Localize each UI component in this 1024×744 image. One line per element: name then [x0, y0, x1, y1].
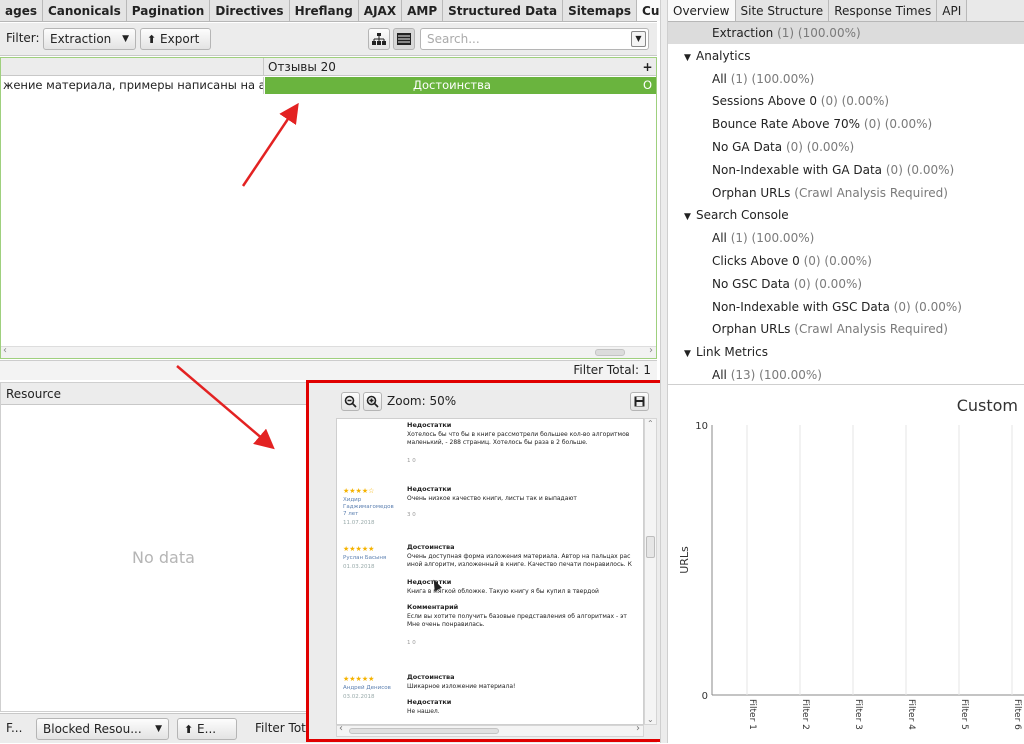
annotation-arrow: [241, 102, 299, 187]
annotation-arrow: [176, 365, 275, 450]
annotation-arrows: [176, 102, 299, 450]
